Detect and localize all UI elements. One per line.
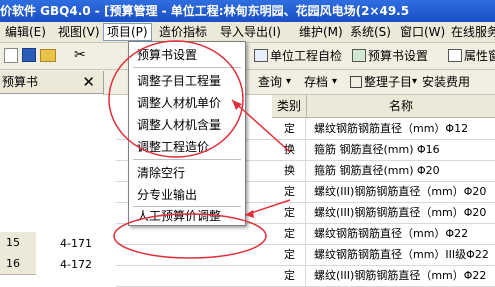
menu-item-labor-price-adjust[interactable]: 人工预算价调整 xyxy=(129,206,253,226)
new-document-icon[interactable] xyxy=(4,48,18,63)
menu-project[interactable]: 项目(P) xyxy=(103,23,152,41)
row-number[interactable]: 16 xyxy=(0,253,36,275)
menu-item-adjust-unit-price[interactable]: 调整人材机单价 xyxy=(129,93,253,113)
window-title-bar: 价软件 GBQ4.0 - [预算管理 - 单位工程:林甸东明园、花园风电场(2×… xyxy=(0,0,495,22)
type-cell: 定 xyxy=(272,202,306,223)
name-cell: 螺纹(III)钢筋钢筋直径（mm）Φ20 xyxy=(314,181,495,202)
type-cell: 定 xyxy=(272,181,306,202)
query-dropdown-icon[interactable]: ▾ xyxy=(286,73,291,91)
arrange-sub-items-button[interactable]: 整理子目 xyxy=(364,73,412,91)
column-header-name[interactable]: 名称 xyxy=(307,95,495,118)
budget-settings-button[interactable]: 预算书设置 xyxy=(368,47,428,65)
menu-edit[interactable]: 编辑(E) xyxy=(2,24,49,40)
budget-pane-header: 预算书 ✕ xyxy=(0,71,103,94)
name-cell: 螺纹钢筋钢筋直径（mm）Φ12 xyxy=(314,118,495,139)
install-fee-button[interactable]: 安装费用 xyxy=(422,73,470,91)
menu-item-adjust-quantity[interactable]: 调整子目工程量 xyxy=(129,71,253,91)
row-number-column: 15 16 4-171 4-172 xyxy=(0,95,116,275)
budget-pane-title: 预算书 xyxy=(2,75,39,89)
cut-icon[interactable]: ✂ xyxy=(74,47,90,63)
menu-cost-index[interactable]: 造价指标 xyxy=(156,24,210,40)
arrange-dropdown-icon[interactable]: ▾ xyxy=(412,73,417,91)
menu-system[interactable]: 系统(S) xyxy=(347,24,394,40)
save-archive-button[interactable]: 存档 xyxy=(304,73,328,91)
table-row[interactable]: 定 螺纹钢筋钢筋直径（mm）III级Φ22 xyxy=(116,244,495,266)
type-cell: 定 xyxy=(272,118,306,139)
name-cell: 箍筋 钢筋直径(mm) Φ20 xyxy=(314,160,495,181)
table-row[interactable]: 定 螺纹(III)钢筋钢筋直径（mm）Φ22 xyxy=(116,265,495,287)
item-code: 4-171 xyxy=(60,237,92,250)
name-cell: 螺纹钢筋钢筋直径（mm）Φ22 xyxy=(314,223,495,244)
menu-item-output-by-discipline[interactable]: 分专业输出 xyxy=(129,185,253,205)
item-code: 4-172 xyxy=(60,258,92,271)
menu-separator xyxy=(133,159,241,160)
unit-check-button[interactable]: 单位工程自检 xyxy=(270,47,342,65)
menu-view[interactable]: 视图(V) xyxy=(55,24,103,40)
menu-bar: 编辑(E) 视图(V) 项目(P) 造价指标 导入导出(I) 维护(M) 系统(… xyxy=(0,22,495,43)
menu-item-adjust-content[interactable]: 调整人材机含量 xyxy=(129,115,253,135)
menu-item-adjust-cost[interactable]: 调整工程造价 xyxy=(129,137,253,157)
type-cell: 换 xyxy=(272,160,306,181)
menu-maintain[interactable]: 维护(M) xyxy=(296,24,346,40)
type-cell: 定 xyxy=(272,223,306,244)
type-cell: 定 xyxy=(272,265,306,286)
arrange-icon[interactable] xyxy=(350,76,362,88)
save-dropdown-icon[interactable]: ▾ xyxy=(332,73,337,91)
budget-settings-icon[interactable] xyxy=(352,49,366,62)
menu-window[interactable]: 窗口(W) xyxy=(397,24,448,40)
type-cell: 定 xyxy=(272,244,306,265)
column-header-type[interactable]: 类别 xyxy=(272,95,307,118)
menu-online-service[interactable]: 在线服务 xyxy=(448,24,495,40)
query-button[interactable]: 查询 xyxy=(258,73,282,91)
name-cell: 螺纹(III)钢筋钢筋直径（mm）Φ22 xyxy=(314,265,495,286)
menu-item-clear-empty-rows[interactable]: 清除空行 xyxy=(129,163,253,183)
project-menu-dropdown: 预算书设置 调整子目工程量 调整人材机单价 调整人材机含量 调整工程造价 清除空… xyxy=(128,41,246,226)
open-folder-icon[interactable] xyxy=(40,49,56,62)
menu-item-budget-settings[interactable]: 预算书设置 xyxy=(129,45,253,65)
save-icon[interactable] xyxy=(22,48,36,62)
name-cell: 箍筋 钢筋直径(mm) Φ16 xyxy=(314,139,495,160)
table-row[interactable]: 定 螺纹钢筋钢筋直径（mm）Φ22 xyxy=(116,223,495,245)
name-cell: 螺纹钢筋钢筋直径（mm）III级Φ22 xyxy=(314,244,495,265)
unit-check-icon[interactable] xyxy=(254,49,268,62)
property-window-icon[interactable] xyxy=(448,49,462,62)
property-window-button[interactable]: 属性窗 xyxy=(464,47,495,65)
close-icon[interactable]: ✕ xyxy=(82,71,95,93)
menu-import-export[interactable]: 导入导出(I) xyxy=(217,24,284,40)
type-cell: 换 xyxy=(272,139,306,160)
menu-separator xyxy=(133,67,241,68)
window-title: 价软件 GBQ4.0 - [预算管理 - 单位工程:林甸东明园、花园风电场(2×… xyxy=(0,4,410,18)
name-cell: 螺纹(III)钢筋钢筋直径（mm）Φ20 xyxy=(314,202,495,223)
row-number[interactable]: 15 xyxy=(0,232,36,254)
